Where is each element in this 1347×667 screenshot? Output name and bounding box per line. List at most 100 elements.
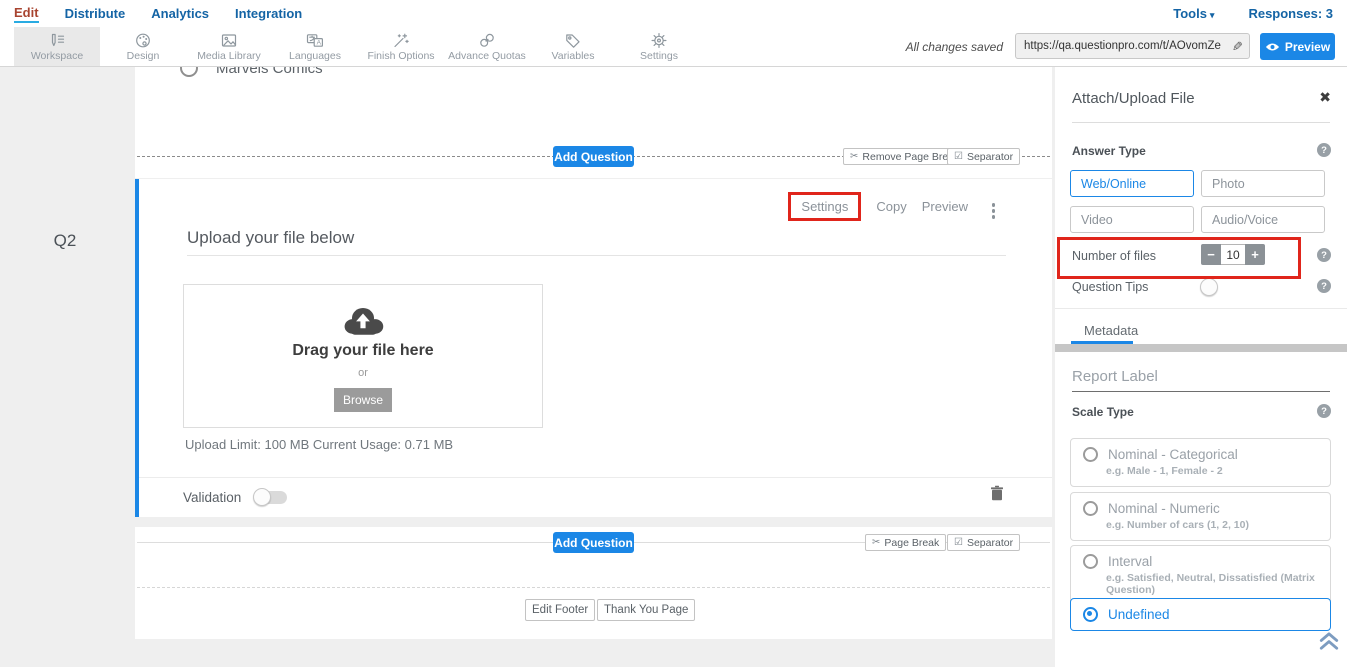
answer-type-photo[interactable]: Photo	[1201, 170, 1325, 197]
thank-you-page-label: Thank You Page	[604, 604, 688, 616]
edit-url-icon[interactable]: ✎	[1232, 39, 1243, 55]
toolbar-workspace[interactable]: Workspace	[14, 27, 100, 66]
survey-editor-app: Edit Distribute Analytics Integration To…	[0, 0, 1347, 667]
question-copy-button[interactable]: Copy	[876, 199, 906, 214]
survey-url-input[interactable]	[1015, 33, 1250, 59]
cloud-upload-icon	[340, 303, 386, 337]
edit-footer-button[interactable]: Edit Footer	[525, 599, 595, 621]
caret-down-icon: ▾	[1210, 10, 1215, 20]
report-label-input[interactable]	[1072, 368, 1330, 392]
scale-type-help-icon[interactable]: ?	[1317, 404, 1331, 418]
scissors-icon: ✂	[872, 537, 880, 548]
number-of-files-help-icon[interactable]: ?	[1317, 248, 1331, 262]
radio-icon[interactable]	[180, 67, 198, 77]
toolbar-advance-quotas[interactable]: Advance Quotas	[444, 27, 530, 66]
page-break-label: Page Break	[884, 537, 939, 549]
answer-type-label: Answer Type	[1072, 144, 1146, 158]
editor-toolbar: Workspace Design Media Library A Languag…	[0, 27, 1347, 67]
scale-type-interval[interactable]: Interval e.g. Satisfied, Neutral, Dissat…	[1070, 545, 1331, 606]
nav-analytics[interactable]: Analytics	[151, 6, 209, 21]
toolbar-workspace-label: Workspace	[31, 50, 83, 62]
preview-button[interactable]: Preview	[1260, 33, 1335, 60]
scale-type-nominal-numeric[interactable]: Nominal - Numeric e.g. Number of cars (1…	[1070, 492, 1331, 541]
validation-divider	[139, 477, 1052, 478]
question-tips-help-icon[interactable]: ?	[1317, 279, 1331, 293]
metadata-section-divider	[1055, 308, 1347, 309]
add-question-button-bottom[interactable]: Add Question	[553, 532, 634, 553]
toolbar-design-label: Design	[127, 50, 160, 62]
increment-button[interactable]: +	[1245, 244, 1265, 265]
languages-icon: A	[306, 32, 324, 49]
nav-distribute[interactable]: Distribute	[65, 6, 126, 21]
panel-separator-band	[1055, 344, 1347, 352]
preview-button-label: Preview	[1285, 40, 1330, 54]
toolbar-media-library-label: Media Library	[197, 50, 261, 62]
thank-you-page-button[interactable]: Thank You Page	[597, 599, 695, 621]
eye-icon	[1265, 42, 1280, 52]
drag-file-text: Drag your file here	[292, 342, 433, 360]
delete-question-icon[interactable]	[990, 485, 1004, 501]
radio-selected-icon[interactable]	[1083, 607, 1098, 622]
toolbar-design[interactable]: Design	[100, 27, 186, 66]
answer-type-audio-voice[interactable]: Audio/Voice	[1201, 206, 1325, 233]
nav-edit[interactable]: Edit	[14, 5, 39, 23]
decrement-button[interactable]: −	[1201, 244, 1221, 265]
answer-type-video[interactable]: Video	[1070, 206, 1194, 233]
question-title-divider	[187, 255, 1006, 256]
page-break-button[interactable]: ✂ Page Break	[865, 534, 946, 551]
radio-icon[interactable]	[1083, 554, 1098, 569]
validation-label: Validation	[183, 490, 241, 505]
report-label-field	[1072, 368, 1330, 392]
toolbar-variables[interactable]: Variables	[530, 27, 616, 66]
collapse-double-chevron-icon[interactable]	[1318, 631, 1340, 651]
advance-quotas-icon	[478, 32, 496, 49]
scale-type-nominal-categorical[interactable]: Nominal - Categorical e.g. Male - 1, Fem…	[1070, 438, 1331, 487]
nav-integration[interactable]: Integration	[235, 6, 302, 21]
separator-button-bottom[interactable]: ☑ Separator	[947, 534, 1020, 551]
scissors-icon: ✂	[850, 151, 858, 162]
file-dropzone[interactable]: Drag your file here or Browse	[183, 284, 543, 428]
scale-option-label: Undefined	[1108, 607, 1170, 622]
survey-url-field: ✎	[1015, 33, 1250, 59]
question-preview-button[interactable]: Preview	[922, 199, 968, 214]
answer-type-help-icon[interactable]: ?	[1317, 143, 1331, 157]
scale-option-example: e.g. Male - 1, Female - 2	[1071, 462, 1330, 486]
radio-icon[interactable]	[1083, 501, 1098, 516]
responses-count[interactable]: Responses: 3	[1248, 6, 1333, 21]
question-number-label: Q2	[40, 231, 90, 251]
radio-icon[interactable]	[1083, 447, 1098, 462]
variables-icon	[564, 32, 582, 49]
separator-button-top[interactable]: ☑ Separator	[947, 148, 1020, 165]
tools-menu[interactable]: Tools▾	[1173, 6, 1214, 21]
scale-option-example: e.g. Number of cars (1, 2, 10)	[1071, 516, 1330, 540]
page-footer-block: Add Question ✂ Page Break ☑ Separator Ed…	[135, 527, 1052, 639]
number-of-files-input[interactable]	[1221, 244, 1245, 265]
workspace-icon	[48, 32, 66, 49]
remove-page-break-label: Remove Page Break	[862, 151, 959, 163]
toolbar-settings[interactable]: Settings	[616, 27, 702, 66]
media-library-icon	[220, 32, 238, 49]
toolbar-finish-options[interactable]: Finish Options	[358, 27, 444, 66]
scale-type-undefined[interactable]: Undefined	[1070, 598, 1331, 631]
question-settings-panel: Attach/Upload File ✖ Answer Type ? Web/O…	[1055, 67, 1347, 667]
validation-toggle[interactable]	[255, 491, 287, 504]
or-text: or	[358, 367, 368, 379]
add-question-button-top[interactable]: Add Question	[553, 146, 634, 167]
browse-button[interactable]: Browse	[334, 388, 392, 412]
question-title[interactable]: Upload your file below	[187, 228, 354, 248]
previous-question-block: Marvels Comics Add Question ✂ Remove Pag…	[135, 67, 1052, 178]
question-settings-button[interactable]: Settings	[788, 192, 861, 221]
answer-type-web-online[interactable]: Web/Online	[1070, 170, 1194, 197]
toolbar-settings-label: Settings	[640, 50, 678, 62]
answer-option-row[interactable]: Marvels Comics	[180, 67, 323, 77]
close-icon[interactable]: ✖	[1319, 89, 1331, 106]
toolbar-media-library[interactable]: Media Library	[186, 27, 272, 66]
toolbar-languages[interactable]: A Languages	[272, 27, 358, 66]
save-status: All changes saved	[906, 40, 1003, 54]
edit-footer-label: Edit Footer	[532, 604, 588, 616]
upload-limit-text: Upload Limit: 100 MB Current Usage: 0.71…	[185, 437, 453, 452]
question-more-menu-icon[interactable]	[992, 203, 996, 219]
number-of-files-stepper: − +	[1201, 244, 1265, 265]
panel-title: Attach/Upload File	[1072, 90, 1195, 107]
tab-metadata[interactable]: Metadata	[1084, 323, 1138, 338]
